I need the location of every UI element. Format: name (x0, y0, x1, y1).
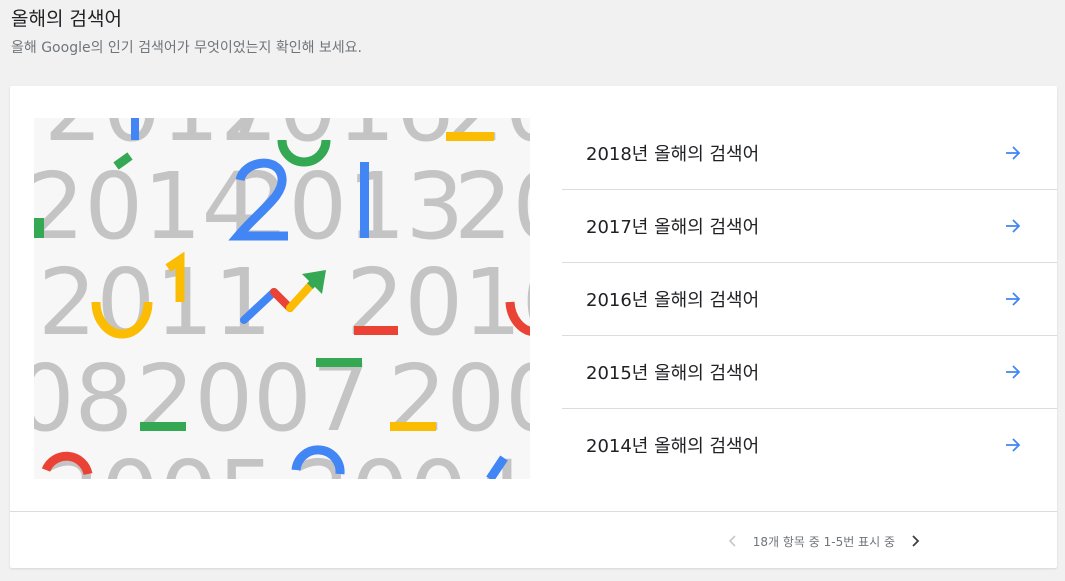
year-list-item-label: 2017년 올해의 검색어 (586, 217, 760, 238)
arrow-forward-icon[interactable] (1003, 143, 1023, 163)
year-list-item-2016[interactable]: 2016년 올해의 검색어 (562, 263, 1057, 336)
pagination-status: 18개 항목 중 1-5번 표시 중 (752, 534, 895, 549)
collage-year-text: 2010 (346, 249, 530, 356)
chevron-left-icon[interactable] (721, 529, 745, 553)
year-list-item-2014[interactable]: 2014년 올해의 검색어 (562, 409, 1057, 481)
year-list-item-2018[interactable]: 2018년 올해의 검색어 (562, 117, 1057, 190)
year-list-item-label: 2018년 올해의 검색어 (586, 144, 760, 165)
page-title: 올해의 검색어 (11, 8, 122, 30)
collage-year-text: 200 (388, 345, 530, 452)
arrow-forward-icon[interactable] (1003, 289, 1023, 309)
collage-year-text: 20 (454, 153, 530, 260)
year-list-item-label: 2016년 올해의 검색어 (586, 290, 760, 311)
collage-year-text: 2011 (38, 249, 272, 356)
collage-year-text: 08 (34, 345, 133, 452)
collage-year-text: 2014 (34, 153, 260, 260)
arrow-forward-icon[interactable] (1003, 435, 1023, 455)
year-list-item-label: 2014년 올해의 검색어 (586, 436, 760, 457)
chevron-right-icon[interactable] (903, 529, 927, 553)
year-list-item-2017[interactable]: 2017년 올해의 검색어 (562, 190, 1057, 263)
arrow-forward-icon[interactable] (1003, 216, 1023, 236)
page-subtitle: 올해 Google의 인기 검색어가 무엇이었는지 확인해 보세요. (11, 40, 362, 56)
footer-divider (10, 511, 1057, 512)
year-in-search-card: 2017 2016 20 2014 2013 20 2011 2010 (10, 86, 1057, 568)
year-list-item-label: 2015년 올해의 검색어 (586, 363, 760, 384)
pagination: 18개 항목 중 1-5번 표시 중 (721, 529, 927, 553)
year-collage-image: 2017 2016 20 2014 2013 20 2011 2010 (34, 118, 530, 479)
year-list-item-2015[interactable]: 2015년 올해의 검색어 (562, 336, 1057, 409)
year-list: 2018년 올해의 검색어 2017년 올해의 검색어 2016년 올해의 검색… (562, 117, 1057, 481)
arrow-forward-icon[interactable] (1003, 362, 1023, 382)
